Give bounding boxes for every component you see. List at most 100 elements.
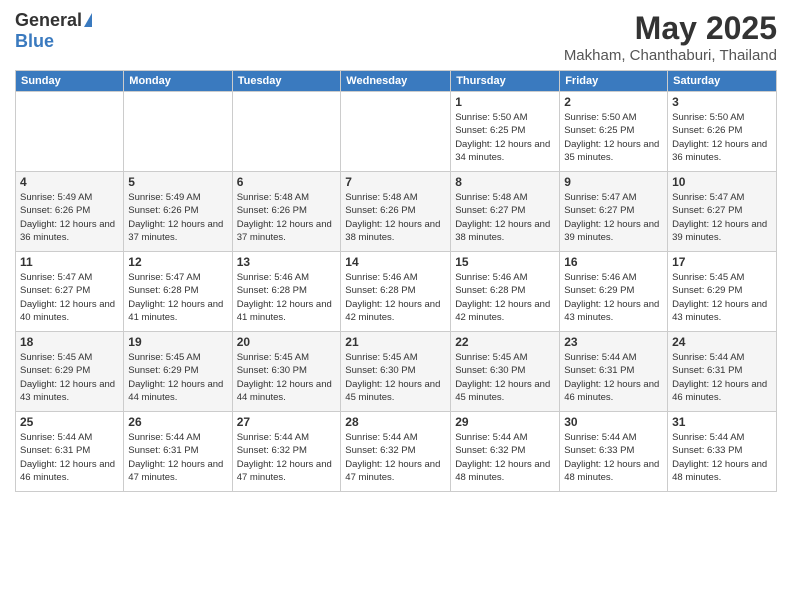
calendar-table: SundayMondayTuesdayWednesdayThursdayFrid… <box>15 70 777 492</box>
calendar-cell-4-6: 23 Sunrise: 5:44 AM Sunset: 6:31 PM Dayli… <box>560 332 668 412</box>
day-number: 11 <box>20 255 119 269</box>
calendar-cell-4-1: 18 Sunrise: 5:45 AM Sunset: 6:29 PM Dayli… <box>16 332 124 412</box>
day-number: 12 <box>128 255 227 269</box>
subtitle: Makham, Chanthaburi, Thailand <box>564 47 777 64</box>
calendar-cell-5-4: 28Sunrise: 5:44 AM Sunset: 6:32 PM Dayli… <box>341 412 451 492</box>
calendar-cell-2-5: 8 Sunrise: 5:48 AM Sunset: 6:27 PM Daylig… <box>451 172 560 252</box>
day-info: Sunrise: 5:46 AM Sunset: 6:28 PM Dayligh… <box>237 271 337 324</box>
logo-general-text: General <box>15 10 82 31</box>
day-number: 18 <box>20 335 119 349</box>
calendar-header-thursday: Thursday <box>451 71 560 92</box>
day-number: 27 <box>237 415 337 429</box>
day-info: Sunrise: 5:45 AM Sunset: 6:29 PM Dayligh… <box>20 351 119 404</box>
day-info: Sunrise: 5:45 AM Sunset: 6:30 PM Dayligh… <box>237 351 337 404</box>
calendar-cell-3-1: 11 Sunrise: 5:47 AM Sunset: 6:27 PM Dayli… <box>16 252 124 332</box>
calendar-cell-2-2: 5 Sunrise: 5:49 AM Sunset: 6:26 PM Daylig… <box>124 172 232 252</box>
day-number: 26 <box>128 415 227 429</box>
logo-triangle-icon <box>84 13 92 27</box>
page: General Blue May 2025 Makham, Chanthabur… <box>0 0 792 612</box>
calendar-cell-2-6: 9 Sunrise: 5:47 AM Sunset: 6:27 PM Daylig… <box>560 172 668 252</box>
calendar-cell-1-3 <box>232 92 341 172</box>
calendar-cell-1-5: 1 Sunrise: 5:50 AM Sunset: 6:25 PM Daylig… <box>451 92 560 172</box>
day-info: Sunrise: 5:48 AM Sunset: 6:26 PM Dayligh… <box>237 191 337 244</box>
day-info: Sunrise: 5:46 AM Sunset: 6:28 PM Dayligh… <box>455 271 555 324</box>
day-number: 16 <box>564 255 663 269</box>
day-number: 3 <box>672 95 772 109</box>
day-number: 17 <box>672 255 772 269</box>
day-info: Sunrise: 5:49 AM Sunset: 6:26 PM Dayligh… <box>20 191 119 244</box>
day-number: 28 <box>345 415 446 429</box>
calendar-cell-5-1: 25 Sunrise: 5:44 AM Sunset: 6:31 PM Dayli… <box>16 412 124 492</box>
main-title: May 2025 <box>564 10 777 47</box>
day-number: 2 <box>564 95 663 109</box>
calendar-cell-3-2: 12Sunrise: 5:47 AM Sunset: 6:28 PM Dayli… <box>124 252 232 332</box>
day-info: Sunrise: 5:45 AM Sunset: 6:30 PM Dayligh… <box>345 351 446 404</box>
calendar-cell-2-1: 4 Sunrise: 5:49 AM Sunset: 6:26 PM Daylig… <box>16 172 124 252</box>
calendar-header-saturday: Saturday <box>668 71 777 92</box>
calendar-cell-5-5: 29Sunrise: 5:44 AM Sunset: 6:32 PM Dayli… <box>451 412 560 492</box>
calendar-cell-2-4: 7 Sunrise: 5:48 AM Sunset: 6:26 PM Daylig… <box>341 172 451 252</box>
calendar-cell-5-6: 30 Sunrise: 5:44 AM Sunset: 6:33 PM Dayli… <box>560 412 668 492</box>
day-number: 25 <box>20 415 119 429</box>
day-info: Sunrise: 5:47 AM Sunset: 6:27 PM Dayligh… <box>564 191 663 244</box>
day-info: Sunrise: 5:44 AM Sunset: 6:31 PM Dayligh… <box>564 351 663 404</box>
day-info: Sunrise: 5:47 AM Sunset: 6:27 PM Dayligh… <box>20 271 119 324</box>
day-number: 23 <box>564 335 663 349</box>
calendar-cell-5-2: 26 Sunrise: 5:44 AM Sunset: 6:31 PM Dayli… <box>124 412 232 492</box>
day-info: Sunrise: 5:50 AM Sunset: 6:25 PM Dayligh… <box>564 111 663 164</box>
day-info: Sunrise: 5:44 AM Sunset: 6:33 PM Dayligh… <box>672 431 772 484</box>
calendar-cell-3-3: 13 Sunrise: 5:46 AM Sunset: 6:28 PM Dayli… <box>232 252 341 332</box>
calendar-cell-4-2: 19 Sunrise: 5:45 AM Sunset: 6:29 PM Dayli… <box>124 332 232 412</box>
calendar-cell-5-3: 27 Sunrise: 5:44 AM Sunset: 6:32 PM Dayli… <box>232 412 341 492</box>
day-info: Sunrise: 5:50 AM Sunset: 6:25 PM Dayligh… <box>455 111 555 164</box>
day-info: Sunrise: 5:44 AM Sunset: 6:32 PM Dayligh… <box>455 431 555 484</box>
day-number: 31 <box>672 415 772 429</box>
calendar-week-row-2: 4 Sunrise: 5:49 AM Sunset: 6:26 PM Daylig… <box>16 172 777 252</box>
day-number: 24 <box>672 335 772 349</box>
day-number: 8 <box>455 175 555 189</box>
calendar-cell-4-3: 20 Sunrise: 5:45 AM Sunset: 6:30 PM Dayli… <box>232 332 341 412</box>
calendar-cell-1-2 <box>124 92 232 172</box>
day-number: 9 <box>564 175 663 189</box>
day-number: 15 <box>455 255 555 269</box>
calendar-cell-1-6: 2 Sunrise: 5:50 AM Sunset: 6:25 PM Daylig… <box>560 92 668 172</box>
title-block: May 2025 Makham, Chanthaburi, Thailand <box>564 10 777 64</box>
calendar-header-sunday: Sunday <box>16 71 124 92</box>
day-number: 1 <box>455 95 555 109</box>
day-info: Sunrise: 5:46 AM Sunset: 6:28 PM Dayligh… <box>345 271 446 324</box>
day-info: Sunrise: 5:48 AM Sunset: 6:27 PM Dayligh… <box>455 191 555 244</box>
day-info: Sunrise: 5:44 AM Sunset: 6:33 PM Dayligh… <box>564 431 663 484</box>
day-number: 5 <box>128 175 227 189</box>
day-number: 22 <box>455 335 555 349</box>
day-info: Sunrise: 5:49 AM Sunset: 6:26 PM Dayligh… <box>128 191 227 244</box>
day-info: Sunrise: 5:45 AM Sunset: 6:29 PM Dayligh… <box>128 351 227 404</box>
calendar-header-tuesday: Tuesday <box>232 71 341 92</box>
day-number: 13 <box>237 255 337 269</box>
day-info: Sunrise: 5:44 AM Sunset: 6:31 PM Dayligh… <box>20 431 119 484</box>
calendar-cell-4-5: 22 Sunrise: 5:45 AM Sunset: 6:30 PM Dayli… <box>451 332 560 412</box>
day-number: 21 <box>345 335 446 349</box>
day-info: Sunrise: 5:44 AM Sunset: 6:31 PM Dayligh… <box>672 351 772 404</box>
day-info: Sunrise: 5:45 AM Sunset: 6:30 PM Dayligh… <box>455 351 555 404</box>
day-number: 20 <box>237 335 337 349</box>
calendar-cell-1-4 <box>341 92 451 172</box>
calendar-cell-2-3: 6Sunrise: 5:48 AM Sunset: 6:26 PM Daylig… <box>232 172 341 252</box>
day-number: 19 <box>128 335 227 349</box>
day-info: Sunrise: 5:47 AM Sunset: 6:27 PM Dayligh… <box>672 191 772 244</box>
day-info: Sunrise: 5:45 AM Sunset: 6:29 PM Dayligh… <box>672 271 772 324</box>
calendar-cell-3-5: 15 Sunrise: 5:46 AM Sunset: 6:28 PM Dayli… <box>451 252 560 332</box>
day-number: 4 <box>20 175 119 189</box>
calendar-header-row: SundayMondayTuesdayWednesdayThursdayFrid… <box>16 71 777 92</box>
day-info: Sunrise: 5:44 AM Sunset: 6:32 PM Dayligh… <box>237 431 337 484</box>
calendar-header-friday: Friday <box>560 71 668 92</box>
calendar-cell-4-7: 24 Sunrise: 5:44 AM Sunset: 6:31 PM Dayli… <box>668 332 777 412</box>
day-number: 30 <box>564 415 663 429</box>
calendar-cell-1-1 <box>16 92 124 172</box>
day-info: Sunrise: 5:44 AM Sunset: 6:31 PM Dayligh… <box>128 431 227 484</box>
calendar-cell-2-7: 10 Sunrise: 5:47 AM Sunset: 6:27 PM Dayli… <box>668 172 777 252</box>
calendar-cell-5-7: 31 Sunrise: 5:44 AM Sunset: 6:33 PM Dayli… <box>668 412 777 492</box>
day-info: Sunrise: 5:48 AM Sunset: 6:26 PM Dayligh… <box>345 191 446 244</box>
calendar-week-row-4: 18 Sunrise: 5:45 AM Sunset: 6:29 PM Dayli… <box>16 332 777 412</box>
day-number: 10 <box>672 175 772 189</box>
day-number: 7 <box>345 175 446 189</box>
